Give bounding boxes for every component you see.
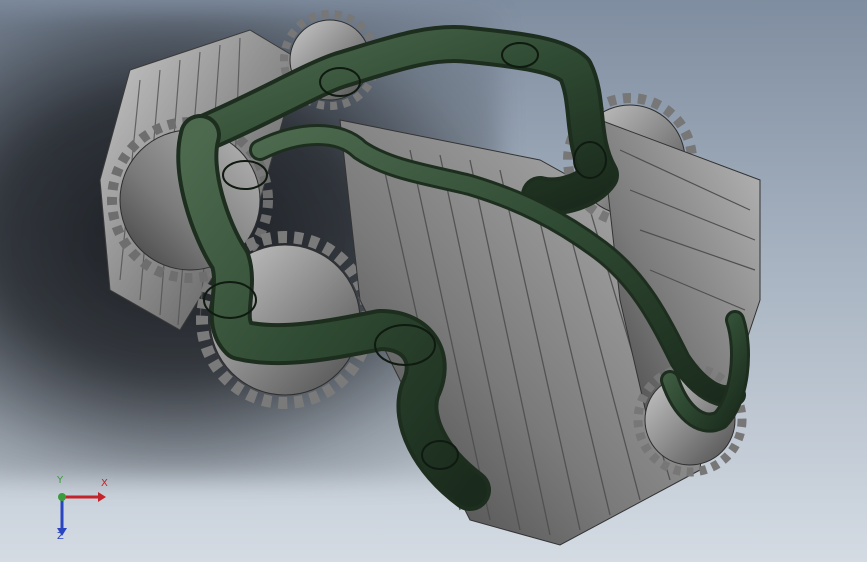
y-axis-point [58, 493, 66, 501]
z-axis-label: Z [57, 531, 64, 542]
graphics-viewport[interactable]: X Y Z [0, 0, 867, 562]
orientation-triad: X Y Z [40, 475, 120, 550]
gear-assembly-model[interactable] [0, 0, 867, 562]
x-axis-arrow [98, 492, 106, 502]
y-axis-label: Y [57, 475, 64, 486]
triad-axes [57, 492, 106, 536]
x-axis-label: X [101, 478, 108, 489]
